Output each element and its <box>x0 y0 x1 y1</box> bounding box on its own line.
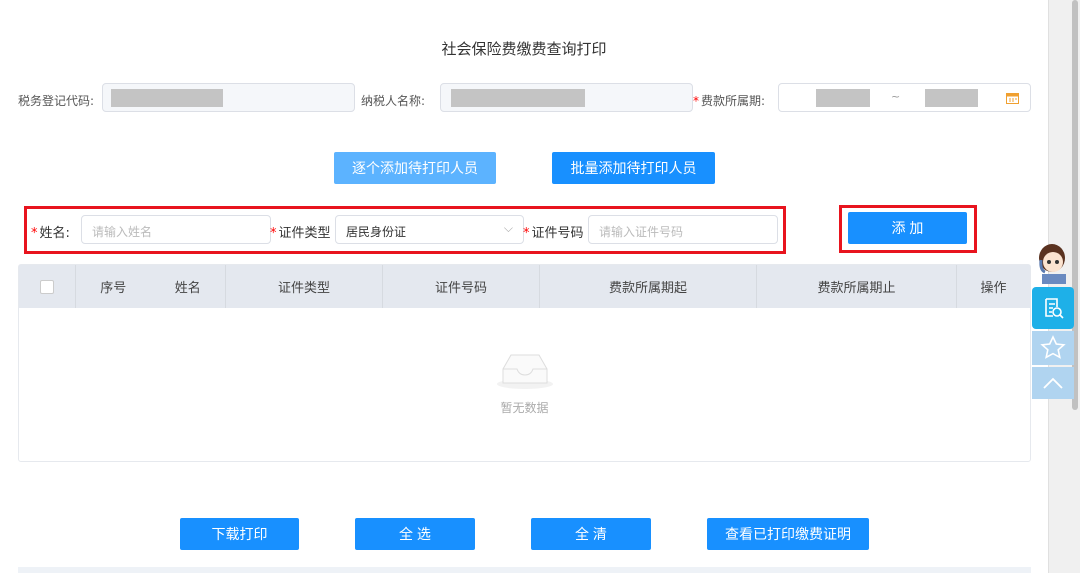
col-actions: 操作 <box>980 281 1007 296</box>
period-separator: ~ <box>891 90 901 103</box>
table-header: 序号 姓名 证件类型 证件号码 费款所属期起 费款所属期止 操作 <box>19 265 1030 308</box>
add-button[interactable]: 添 加 <box>848 212 967 244</box>
calendar-icon[interactable] <box>1006 92 1019 104</box>
chevron-up-icon <box>1043 377 1063 389</box>
tax-code-field[interactable] <box>102 83 355 112</box>
name-label: 姓名: <box>39 226 70 241</box>
star-icon <box>1040 335 1066 359</box>
name-input[interactable]: 请输入姓名 <box>81 215 271 244</box>
col-id-number: 证件号码 <box>383 265 540 308</box>
period-range-picker[interactable]: ~ <box>778 83 1031 112</box>
chevron-down-icon: ⌵ <box>503 221 513 235</box>
document-search-icon <box>1045 298 1064 319</box>
select-all-button[interactable]: 全 选 <box>355 518 475 550</box>
period-label: 费款所属期: <box>701 94 766 108</box>
col-id-type: 证件类型 <box>226 265 383 308</box>
tax-code-label: 税务登记代码: <box>18 94 95 108</box>
id-number-input[interactable]: 请输入证件号码 <box>588 215 778 244</box>
select-all-checkbox[interactable] <box>40 279 54 294</box>
page-title: 社会保险费缴费查询打印 <box>441 40 607 58</box>
download-print-button[interactable]: 下载打印 <box>180 518 299 550</box>
clear-all-button[interactable]: 全 清 <box>531 518 651 550</box>
col-name: 姓名 <box>174 281 201 296</box>
view-printed-button[interactable]: 查看已打印缴费证明 <box>707 518 869 550</box>
id-type-value: 居民身份证 <box>346 225 407 239</box>
col-period-end: 费款所属期止 <box>757 265 957 308</box>
col-index: 序号 <box>100 281 127 296</box>
taxpayer-name-label: 纳税人名称: <box>361 94 426 108</box>
empty-text: 暂无数据 <box>500 401 549 415</box>
add-single-button[interactable]: 逐个添加待打印人员 <box>334 152 496 184</box>
search-record-button[interactable] <box>1032 287 1074 329</box>
back-to-top-button[interactable] <box>1032 367 1074 399</box>
taxpayer-name-field[interactable] <box>440 83 693 112</box>
id-type-select[interactable]: 居民身份证 ⌵ <box>335 215 524 244</box>
next-section <box>18 567 1031 573</box>
favorite-button[interactable] <box>1032 331 1074 365</box>
col-period-start: 费款所属期起 <box>540 265 757 308</box>
people-table: 序号 姓名 证件类型 证件号码 费款所属期起 费款所属期止 操作 暂无数据 <box>18 264 1031 462</box>
id-number-label: 证件号码 <box>531 226 584 241</box>
empty-box-icon <box>497 354 553 389</box>
add-batch-button[interactable]: 批量添加待打印人员 <box>552 152 715 184</box>
id-type-label: 证件类型 <box>278 226 331 241</box>
customer-service-avatar[interactable] <box>1032 240 1074 284</box>
